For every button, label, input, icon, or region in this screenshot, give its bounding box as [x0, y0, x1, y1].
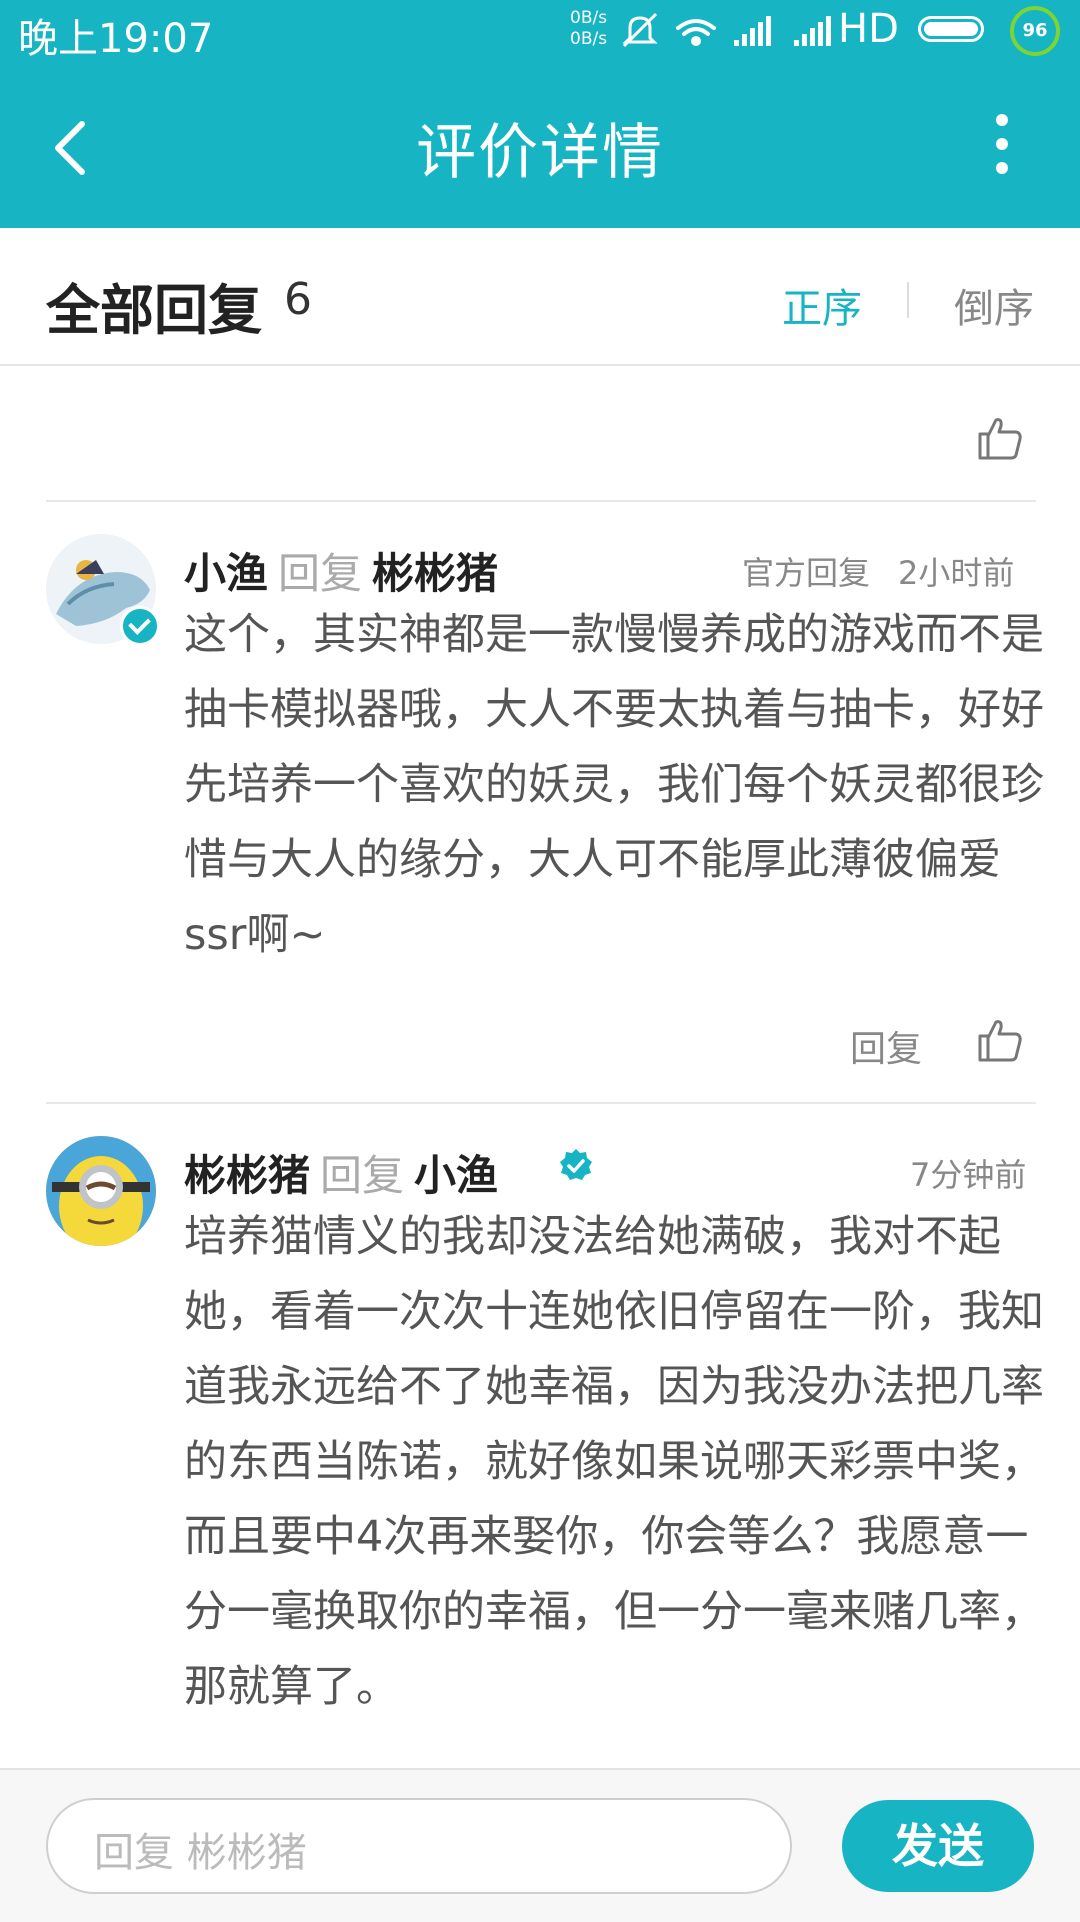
network-speed: 0B/s 0B/s [570, 8, 607, 50]
official-reply-tag: 官方回复 [742, 554, 871, 592]
signal-icon [794, 16, 831, 46]
reply-word: 回复 [320, 1151, 405, 1200]
comment-body: 这个，其实神都是一款慢慢养成的游戏而不是抽卡模拟器哦，大人不要太执着与抽卡，好好… [184, 610, 1044, 960]
comment-meta: 官方回复 2小时前 [742, 548, 1014, 594]
reply-target[interactable]: 小渔 [414, 1151, 498, 1200]
status-bar: 晚上19:07 0B/s 0B/s HD 96 [0, 0, 1080, 62]
more-vertical-icon[interactable] [982, 114, 1022, 184]
nav-bar: 评价详情 [0, 62, 1080, 228]
status-time: 晚上19:07 [18, 16, 214, 62]
thumbs-up-icon[interactable] [976, 1016, 1024, 1064]
mute-icon [622, 12, 658, 48]
page-title: 评价详情 [416, 118, 664, 188]
comment-author[interactable]: 小渔 [184, 549, 268, 598]
divider [46, 1102, 1036, 1104]
thumbs-up-icon[interactable] [976, 414, 1024, 462]
comment-author[interactable]: 彬彬猪 [184, 1151, 310, 1200]
reply-button[interactable]: 回复 [850, 1020, 922, 1072]
comment-header: 彬彬猪 回复 小渔 [184, 1142, 498, 1203]
reply-word: 回复 [278, 549, 363, 598]
comment-body: 培养猫情义的我却没法给她满破，我对不起她，看着一次次十连她依旧停留在一阶，我知道… [184, 1212, 1044, 1712]
divider [46, 500, 1036, 502]
comment-header: 小渔 回复 彬彬猪 [184, 540, 498, 601]
reply-input[interactable]: 回复 彬彬猪 [46, 1798, 792, 1894]
replies-count: 6 [284, 274, 312, 325]
net-up: 0B/s [570, 8, 608, 28]
avatar[interactable] [46, 1136, 156, 1246]
verified-badge-icon [120, 606, 160, 646]
sort-descending-button[interactable]: 倒序 [954, 276, 1034, 334]
notification-badge: 96 [1010, 6, 1060, 56]
verified-badge-icon [560, 1149, 592, 1180]
reply-input-placeholder: 回复 彬彬猪 [94, 1830, 307, 1876]
net-down: 0B/s [570, 29, 608, 49]
battery-icon [918, 16, 984, 42]
comment-time: 7分钟前 [910, 1156, 1027, 1194]
wifi-icon [676, 19, 716, 46]
replies-title: 全部回复 [46, 279, 262, 342]
send-button[interactable]: 发送 [842, 1800, 1034, 1892]
reply-composer: 回复 彬彬猪 发送 [0, 1768, 1080, 1922]
comment-time: 2小时前 [898, 554, 1015, 592]
sort-ascending-button[interactable]: 正序 [782, 276, 862, 334]
replies-header: 全部回复 6 正序 倒序 [0, 228, 1080, 366]
reply-target[interactable]: 彬彬猪 [372, 549, 498, 598]
signal-icon [734, 16, 771, 46]
sort-divider [907, 282, 909, 318]
network-type: HD [838, 6, 899, 52]
avatar-image [46, 1136, 156, 1246]
